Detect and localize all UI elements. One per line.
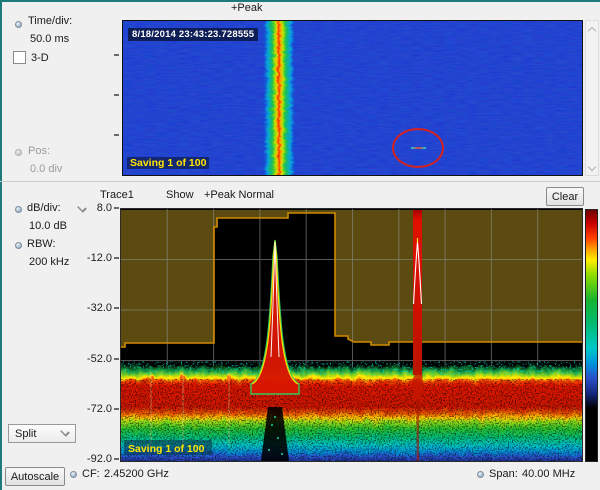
timediv-value[interactable]: 50.0 ms <box>30 33 69 45</box>
detector-mode-label: +Peak Normal <box>204 189 274 201</box>
timediv-label: Time/div: <box>28 15 72 27</box>
y-axis-tick <box>114 207 119 209</box>
rbw-bullet-icon <box>15 242 22 249</box>
clear-button[interactable]: Clear <box>546 187 584 206</box>
dbdiv-bullet-icon <box>15 206 22 213</box>
view-mode-value: Split <box>15 428 36 440</box>
spectrogram-tick <box>114 94 119 96</box>
y-axis-label: -92.0 <box>70 453 112 465</box>
span-bullet-icon <box>477 471 484 478</box>
density-colorbar <box>585 209 598 462</box>
trace-name: Trace1 <box>100 189 134 201</box>
dbdiv-value[interactable]: 10.0 dB <box>29 220 67 232</box>
scroll-up-icon[interactable] <box>589 26 596 33</box>
spectrogram-scrollbar[interactable] <box>585 20 599 176</box>
spectrogram-bitmap <box>123 21 582 175</box>
view-mode-dropdown[interactable]: Split <box>8 424 76 443</box>
window-accent-left <box>0 0 2 490</box>
spectrum-plot[interactable]: Saving 1 of 100 <box>120 208 583 462</box>
y-axis-label: 8.0 <box>70 202 112 214</box>
y-axis-tick <box>114 408 119 410</box>
spectrum-bitmap: Saving 1 of 100 <box>121 209 582 461</box>
y-axis-label: -52.0 <box>70 353 112 365</box>
rbw-value[interactable]: 200 kHz <box>29 256 69 268</box>
dbdiv-label: dB/div: <box>27 202 61 214</box>
spectrogram-tick <box>114 134 119 136</box>
spectrogram-tick <box>114 54 119 56</box>
3d-label: 3-D <box>31 52 49 64</box>
pos-value: 0.0 div <box>30 163 62 175</box>
span-label: Span: <box>489 468 518 480</box>
spectrogram-plot[interactable]: 8/18/2014 23:43:23.728555 Saving 1 of 10… <box>122 20 583 176</box>
y-axis-label: -12.0 <box>70 252 112 264</box>
spectrum-saving-status: Saving 1 of 100 <box>128 443 205 455</box>
y-axis-tick <box>114 358 119 360</box>
y-axis-label: -72.0 <box>70 403 112 415</box>
cf-bullet-icon <box>70 471 77 478</box>
y-axis-tick <box>114 458 119 460</box>
y-axis-tick <box>114 257 119 259</box>
timediv-bullet-icon <box>15 21 22 28</box>
3d-checkbox[interactable] <box>13 51 26 64</box>
dropdown-chevron-icon <box>61 428 69 436</box>
scroll-down-icon[interactable] <box>589 164 596 171</box>
pos-bullet-icon <box>15 149 22 156</box>
window-accent-top <box>0 0 600 2</box>
section-divider <box>0 181 600 182</box>
transient-signal-streak <box>411 147 426 149</box>
show-label: Show <box>166 189 194 201</box>
spectrogram-timestamp: 8/18/2014 23:43:23.728555 <box>128 28 258 41</box>
span-value[interactable]: 40.00 MHz <box>522 468 575 480</box>
y-axis-label: -32.0 <box>70 302 112 314</box>
cf-label: CF: <box>82 468 100 480</box>
y-axis-tick <box>114 307 119 309</box>
pos-label: Pos: <box>28 145 50 157</box>
spectrogram-saving-status: Saving 1 of 100 <box>127 157 209 169</box>
cf-value[interactable]: 2.45200 GHz <box>104 468 169 480</box>
spectrogram-title: +Peak <box>231 2 263 14</box>
autoscale-button[interactable]: Autoscale <box>5 467 65 486</box>
rbw-label: RBW: <box>27 238 56 250</box>
